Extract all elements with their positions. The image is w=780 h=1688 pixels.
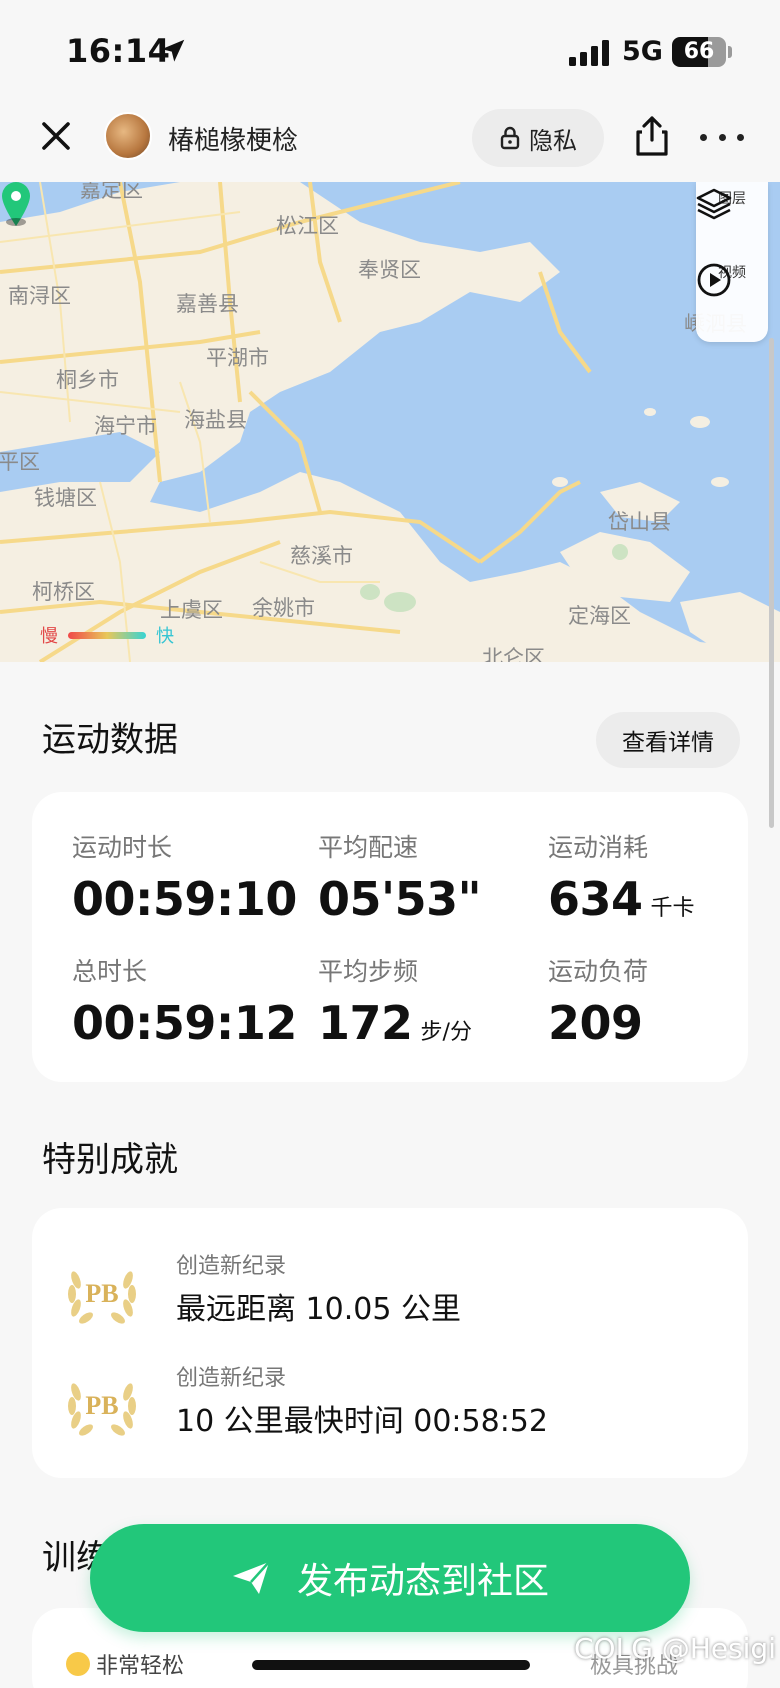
stat-label: 平均配速 — [318, 833, 419, 862]
map-label: 钱塘区 — [34, 486, 97, 510]
view-details-button[interactable]: 查看详情 — [596, 712, 740, 768]
map-label: 慈溪市 — [290, 544, 353, 568]
privacy-label: 隐私 — [529, 126, 577, 155]
top-nav: 椿槌椽梗棯 隐私 — [0, 100, 780, 182]
map-label: 奉贤区 — [358, 258, 421, 282]
network-type: 5G — [622, 36, 663, 67]
achievement-subtitle: 创造新纪录 — [176, 1366, 287, 1391]
send-icon — [232, 1561, 270, 1594]
achievements-card: PB 创造新纪录 最远距离 10.05 公里 PB 创造新纪录 10 公里最快时… — [32, 1208, 748, 1478]
map-label: 嘉善县 — [176, 292, 239, 316]
map-label: 南浔区 — [8, 284, 71, 308]
speed-fast-label: 快 — [156, 626, 174, 647]
layers-icon — [696, 188, 732, 220]
stat-label: 运动负荷 — [548, 957, 649, 986]
watermark: COLG @Hesigi — [574, 1632, 776, 1665]
more-icon[interactable] — [700, 122, 744, 152]
map-label: 平区 — [0, 450, 40, 474]
more-dot — [737, 133, 744, 141]
username[interactable]: 椿槌椽梗棯 — [168, 120, 298, 157]
pb-badge-text: PB — [85, 1391, 118, 1420]
signal-icon — [569, 40, 609, 66]
battery-icon: 66 — [672, 37, 726, 67]
battery-percent: 66 — [683, 39, 715, 64]
map-label: 海盐县 — [184, 408, 247, 432]
status-bar: 16:14 5G 66 — [0, 0, 780, 100]
stat-value: 00:59:12 — [72, 996, 297, 1050]
lock-icon — [500, 126, 520, 150]
video-button[interactable]: 视频 — [696, 262, 768, 297]
stat-total-time: 总时长 00:59:12 — [72, 952, 297, 1050]
publish-to-community-button[interactable]: 发布动态到社区 — [90, 1524, 690, 1632]
more-dot — [700, 133, 707, 141]
pb-badge-icon: PB — [68, 1271, 136, 1324]
stat-value: 05'53" — [318, 872, 482, 926]
map-label: 嘉定区 — [80, 182, 143, 202]
achievement-item[interactable]: PB 创造新纪录 10 公里最快时间 00:58:52 — [32, 1360, 672, 1450]
pb-badge-icon: PB — [68, 1383, 136, 1436]
stat-label: 运动时长 — [72, 833, 173, 862]
stat-calories: 运动消耗 634 千卡 — [548, 828, 695, 926]
scrollbar[interactable] — [769, 338, 774, 828]
map-pin-icon — [2, 182, 30, 226]
map-label: 上虞区 — [160, 598, 223, 622]
effort-easy-label: 非常轻松 — [96, 1654, 185, 1679]
route-map[interactable]: 嘉定区 松江区 奉贤区 南浔区 嘉善县 平湖市 桐乡市 海宁市 海盐县 平区 钱… — [0, 182, 780, 662]
map-label: 平湖市 — [206, 346, 269, 370]
map-label: 岱山县 — [608, 510, 671, 534]
layers-button[interactable]: 图层 — [696, 188, 768, 220]
close-icon[interactable] — [36, 116, 76, 156]
smile-emoji-icon — [66, 1652, 90, 1676]
stat-duration: 运动时长 00:59:10 — [72, 828, 297, 926]
stat-value: 172 — [318, 996, 413, 1050]
map-label: 北仑区 — [482, 646, 545, 662]
speed-gradient-bar — [68, 631, 146, 639]
more-dot — [718, 133, 726, 141]
battery-cap — [728, 46, 732, 58]
sport-data-card: 运动时长 00:59:10 平均配速 05'53" 运动消耗 634 千卡 总时长… — [32, 792, 748, 1082]
stat-value: 00:59:10 — [72, 872, 297, 926]
stat-cadence: 平均步频 172 步/分 — [318, 952, 472, 1050]
stat-unit: 步/分 — [420, 1020, 472, 1045]
pb-badge-text: PB — [85, 1279, 118, 1308]
stat-value: 634 — [548, 872, 643, 926]
map-tools-panel: 图层 视频 — [696, 182, 768, 342]
sport-data-title: 运动数据 — [42, 720, 178, 760]
play-icon — [697, 263, 731, 297]
share-icon[interactable] — [632, 114, 672, 158]
home-indicator[interactable] — [252, 1660, 530, 1670]
stat-unit: 千卡 — [650, 896, 695, 921]
stat-value: 209 — [548, 996, 643, 1050]
achievement-title: 10 公里最快时间 00:58:52 — [176, 1404, 548, 1439]
stat-label: 平均步频 — [318, 957, 419, 986]
map-label: 松江区 — [276, 214, 339, 238]
achievement-subtitle: 创造新纪录 — [176, 1254, 287, 1279]
map-label: 桐乡市 — [56, 368, 119, 392]
stat-label: 运动消耗 — [548, 833, 649, 862]
avatar[interactable] — [104, 112, 152, 160]
achievements-title: 特别成就 — [42, 1140, 178, 1180]
stat-training-load: 运动负荷 209 — [548, 952, 648, 1050]
stat-avg-pace: 平均配速 05'53" — [318, 828, 482, 926]
map-label: 余姚市 — [252, 596, 315, 620]
status-time: 16:14 — [66, 32, 171, 70]
effort-easy: 非常轻松 — [66, 1648, 184, 1680]
stat-label: 总时长 — [72, 957, 148, 986]
speed-slow-label: 慢 — [40, 626, 58, 647]
privacy-button[interactable]: 隐私 — [472, 109, 604, 167]
location-arrow-icon — [161, 39, 185, 62]
map-label: 定海区 — [568, 604, 631, 628]
map-label: 柯桥区 — [32, 580, 95, 604]
publish-label: 发布动态到社区 — [296, 1561, 549, 1602]
speed-legend: 慢 快 — [40, 622, 174, 648]
achievement-item[interactable]: PB 创造新纪录 最远距离 10.05 公里 — [32, 1248, 672, 1338]
map-label: 海宁市 — [94, 414, 157, 438]
achievement-title: 最远距离 10.05 公里 — [176, 1292, 461, 1327]
